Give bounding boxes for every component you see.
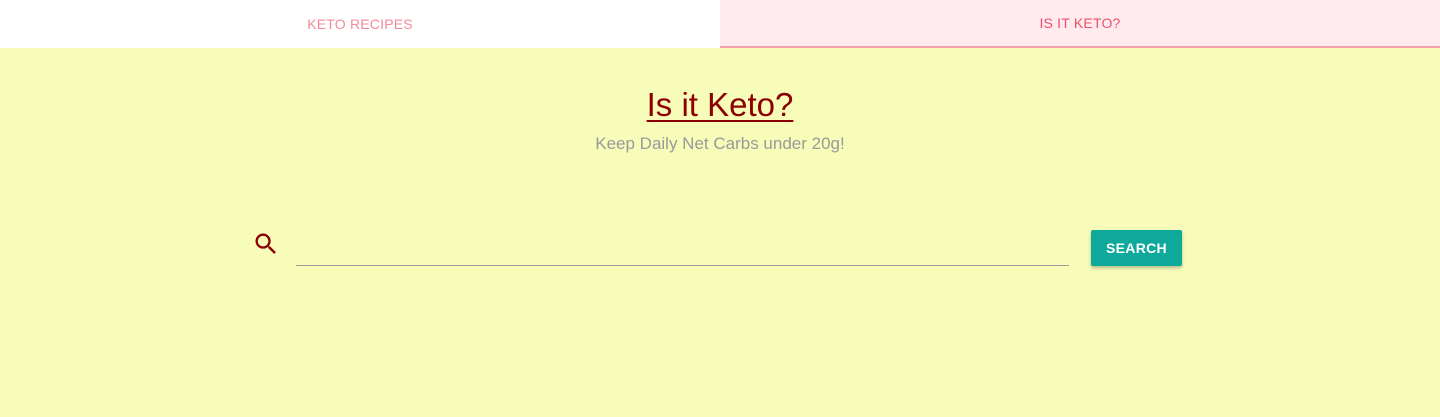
search-button[interactable]: SEARCH (1091, 230, 1182, 266)
search-input[interactable] (296, 226, 1069, 266)
tab-bar: KETO RECIPES IS IT KETO? (0, 0, 1440, 48)
search-icon (252, 230, 280, 258)
page-title: Is it Keto? (646, 86, 794, 123)
tab-is-it-keto[interactable]: IS IT KETO? (720, 0, 1440, 48)
tab-keto-recipes[interactable]: KETO RECIPES (0, 0, 720, 48)
page-subtitle: Keep Daily Net Carbs under 20g! (595, 134, 845, 153)
